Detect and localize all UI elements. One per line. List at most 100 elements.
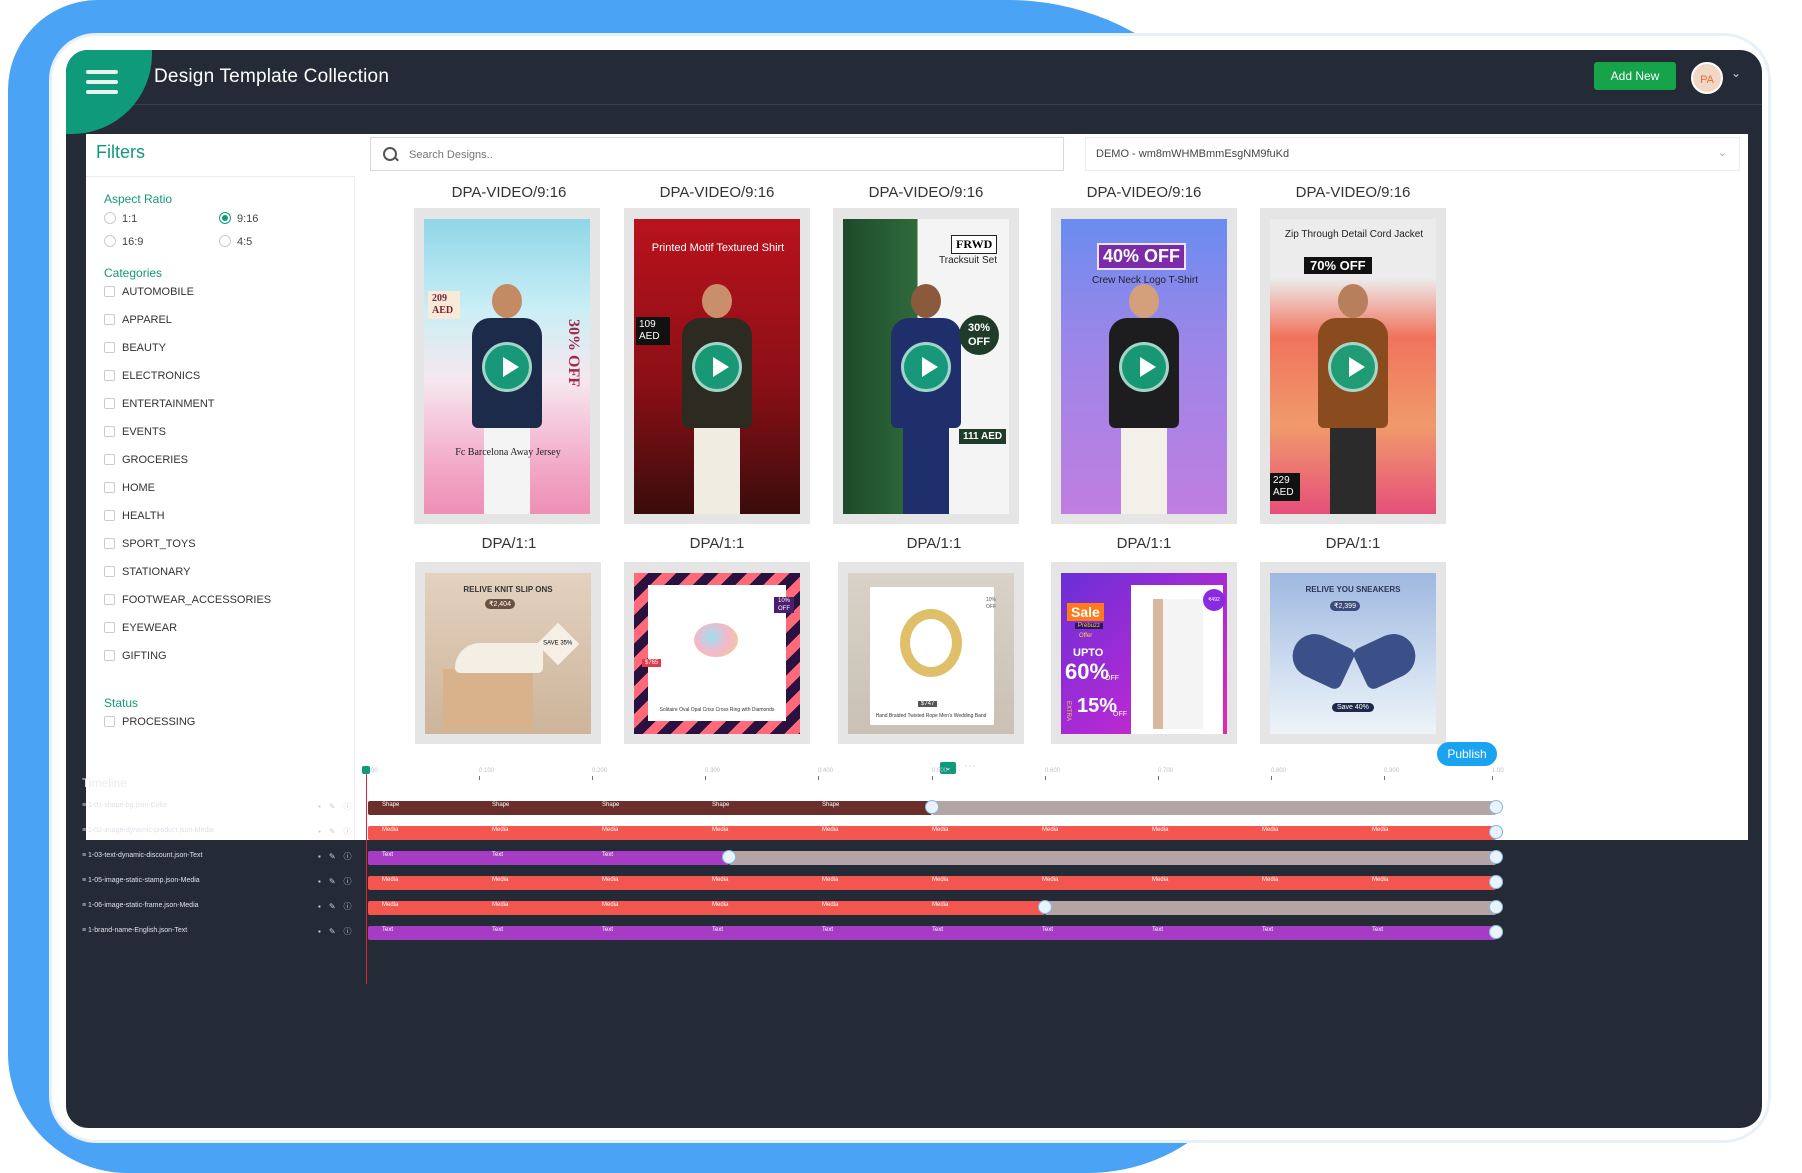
- timeline-track[interactable]: 1-02-image-dynamic-product.json-Media ▪✎…: [82, 823, 1503, 845]
- template-card[interactable]: FRWD Tracksuit Set 30% OFF 111 AED: [833, 208, 1019, 524]
- timeline-track[interactable]: 1-03-text-dynamic-discount.json-Text ▪✎ⓘ…: [82, 848, 1503, 870]
- template-card[interactable]: 209 AED 30% OFF Fc Barcelona Away Jersey: [414, 208, 600, 524]
- category-electronics[interactable]: ELECTRONICS: [104, 370, 200, 382]
- avatar[interactable]: PA: [1691, 62, 1723, 94]
- divider: [86, 176, 354, 177]
- play-icon[interactable]: [482, 341, 532, 392]
- track-end-handle[interactable]: [1489, 875, 1503, 889]
- track-segment-label: Text: [712, 927, 724, 933]
- radio-4-5[interactable]: 4:5: [219, 235, 252, 248]
- track-end-handle[interactable]: [1489, 825, 1503, 839]
- category-apparel[interactable]: APPAREL: [104, 314, 172, 326]
- chevron-down-icon[interactable]: ⌄: [1731, 66, 1741, 80]
- status-processing[interactable]: PROCESSING: [104, 716, 195, 728]
- product-title: RELIVE KNIT SLIP ONS: [463, 585, 553, 594]
- template-card[interactable]: Printed Motif Textured Shirt 109 AED: [624, 208, 810, 524]
- track-tools[interactable]: ▪✎ⓘ: [318, 876, 360, 887]
- category-entertainment[interactable]: ENTERTAINMENT: [104, 398, 215, 410]
- category-health[interactable]: HEALTH: [104, 510, 165, 522]
- checkbox-icon: [104, 566, 115, 577]
- track-tools[interactable]: ▪✎ⓘ: [318, 801, 360, 812]
- track-handle[interactable]: [1038, 900, 1052, 914]
- timeline-track[interactable]: 1-brand-name-English.json-Text ▪✎ⓘ Text T…: [82, 923, 1503, 945]
- track-segment-label: Media: [1152, 827, 1169, 833]
- timeline-track[interactable]: 1-05-image-static-stamp.json-Media ▪✎ⓘ M…: [82, 873, 1503, 895]
- radio-1-1[interactable]: 1:1: [104, 212, 137, 225]
- template-card[interactable]: 40% OFF Crew Neck Logo T-Shirt: [1051, 208, 1237, 524]
- search-box[interactable]: [370, 137, 1064, 171]
- product-title: Printed Motif Textured Shirt: [651, 242, 785, 254]
- play-icon[interactable]: [1119, 341, 1169, 392]
- play-icon[interactable]: [1328, 341, 1378, 392]
- track-segment-label: Text: [602, 927, 614, 933]
- category-beauty[interactable]: BEAUTY: [104, 342, 166, 354]
- track-segment-label: Text: [1372, 927, 1384, 933]
- checkbox-icon: [104, 454, 115, 465]
- radio-icon: [104, 235, 116, 247]
- sale-sub: Offer: [1079, 633, 1093, 639]
- upto-text: UPTO: [1073, 647, 1104, 659]
- track-remaining: [729, 851, 1496, 865]
- publish-button[interactable]: Publish: [1437, 742, 1497, 766]
- price-tag: ₹2,404: [485, 599, 515, 609]
- card-label: DPA/1:1: [1116, 535, 1172, 552]
- card-label: DPA-VIDEO/9:16: [659, 184, 775, 201]
- category-gifting[interactable]: GIFTING: [104, 650, 167, 662]
- radio-16-9[interactable]: 16:9: [104, 235, 143, 248]
- product-title: Solitaire Oval Opal Criss Cross Ring wit…: [659, 707, 775, 713]
- track-handle[interactable]: [722, 850, 736, 864]
- category-eyewear[interactable]: EYEWEAR: [104, 622, 177, 634]
- checkbox-icon: [104, 370, 115, 381]
- radio-9-16[interactable]: 9:16: [219, 212, 258, 225]
- category-home[interactable]: HOME: [104, 482, 155, 494]
- discount-text: 60%: [1065, 659, 1110, 684]
- track-clip[interactable]: [368, 851, 729, 865]
- track-end-handle[interactable]: [1489, 900, 1503, 914]
- category-stationary[interactable]: STATIONARY: [104, 566, 190, 578]
- track-segment-label: Media: [602, 902, 619, 908]
- track-tools[interactable]: ▪✎ⓘ: [318, 851, 360, 862]
- track-tools[interactable]: ▪✎ⓘ: [318, 926, 360, 937]
- track-segment-label: Media: [712, 877, 729, 883]
- track-end-handle[interactable]: [1489, 925, 1503, 939]
- search-input[interactable]: [407, 143, 1051, 167]
- playhead-handle[interactable]: [362, 766, 370, 774]
- track-segment-label: Shape: [822, 802, 840, 808]
- aspect-ratio-title: Aspect Ratio: [104, 192, 173, 206]
- radio-icon: [219, 235, 231, 247]
- track-handle[interactable]: [925, 800, 939, 814]
- template-card[interactable]: 10% OFF $747 Hand Braided Twisted Rope M…: [838, 562, 1024, 744]
- template-card[interactable]: RELIVE YOU SNEAKERS ₹2,399 Save 40%: [1260, 562, 1446, 744]
- divider: [354, 176, 355, 840]
- category-groceries[interactable]: GROCERIES: [104, 454, 188, 466]
- checkbox-icon: [104, 622, 115, 633]
- track-segment-label: Shape: [492, 802, 510, 808]
- track-segment-label: Media: [822, 827, 839, 833]
- add-new-button[interactable]: Add New: [1594, 62, 1676, 90]
- category-sport-toys[interactable]: SPORT_TOYS: [104, 538, 196, 550]
- track-segment-label: Media: [1372, 827, 1389, 833]
- track-tools[interactable]: ▪✎ⓘ: [318, 901, 360, 912]
- category-events[interactable]: EVENTS: [104, 426, 166, 438]
- track-end-handle[interactable]: [1489, 850, 1503, 864]
- account-select[interactable]: DEMO - wm8mWHMBmmEsgNM9fuKd ⌄: [1085, 137, 1740, 171]
- template-card[interactable]: Sale Prebuzz Offer UPTO 60% OFF EXTRA 15…: [1051, 562, 1237, 744]
- track-segment-label: Media: [1262, 877, 1279, 883]
- track-segment-label: Shape: [602, 802, 620, 808]
- track-end-handle[interactable]: [1489, 800, 1503, 814]
- category-footwear-accessories[interactable]: FOOTWEAR_ACCESSORIES: [104, 594, 271, 606]
- track-tools[interactable]: ▪✎ⓘ: [318, 826, 360, 837]
- timeline-track[interactable]: 1-06-image-static-frame.json-Media ▪✎ⓘ M…: [82, 898, 1503, 920]
- template-card[interactable]: RELIVE KNIT SLIP ONS ₹2,404 SAVE 35%: [415, 562, 601, 744]
- shoe-pedestal: [443, 669, 533, 729]
- card-label: DPA/1:1: [1325, 535, 1381, 552]
- template-card[interactable]: 10% OFF $765 Solitaire Oval Opal Criss C…: [624, 562, 810, 744]
- timeline-track[interactable]: 1-01-shape-bg.json-Color ▪✎ⓘ Shape Shape S…: [82, 798, 1503, 820]
- template-card[interactable]: Zip Through Detail Cord Jacket 70% OFF 2…: [1260, 208, 1446, 524]
- app-window: Design Template Collection Add New PA ⌄ …: [66, 50, 1762, 1128]
- track-clip[interactable]: [368, 801, 932, 815]
- play-icon[interactable]: [901, 341, 951, 392]
- play-icon[interactable]: [692, 341, 742, 392]
- category-automobile[interactable]: AUTOMOBILE: [104, 286, 194, 298]
- menu-button[interactable]: [66, 50, 152, 134]
